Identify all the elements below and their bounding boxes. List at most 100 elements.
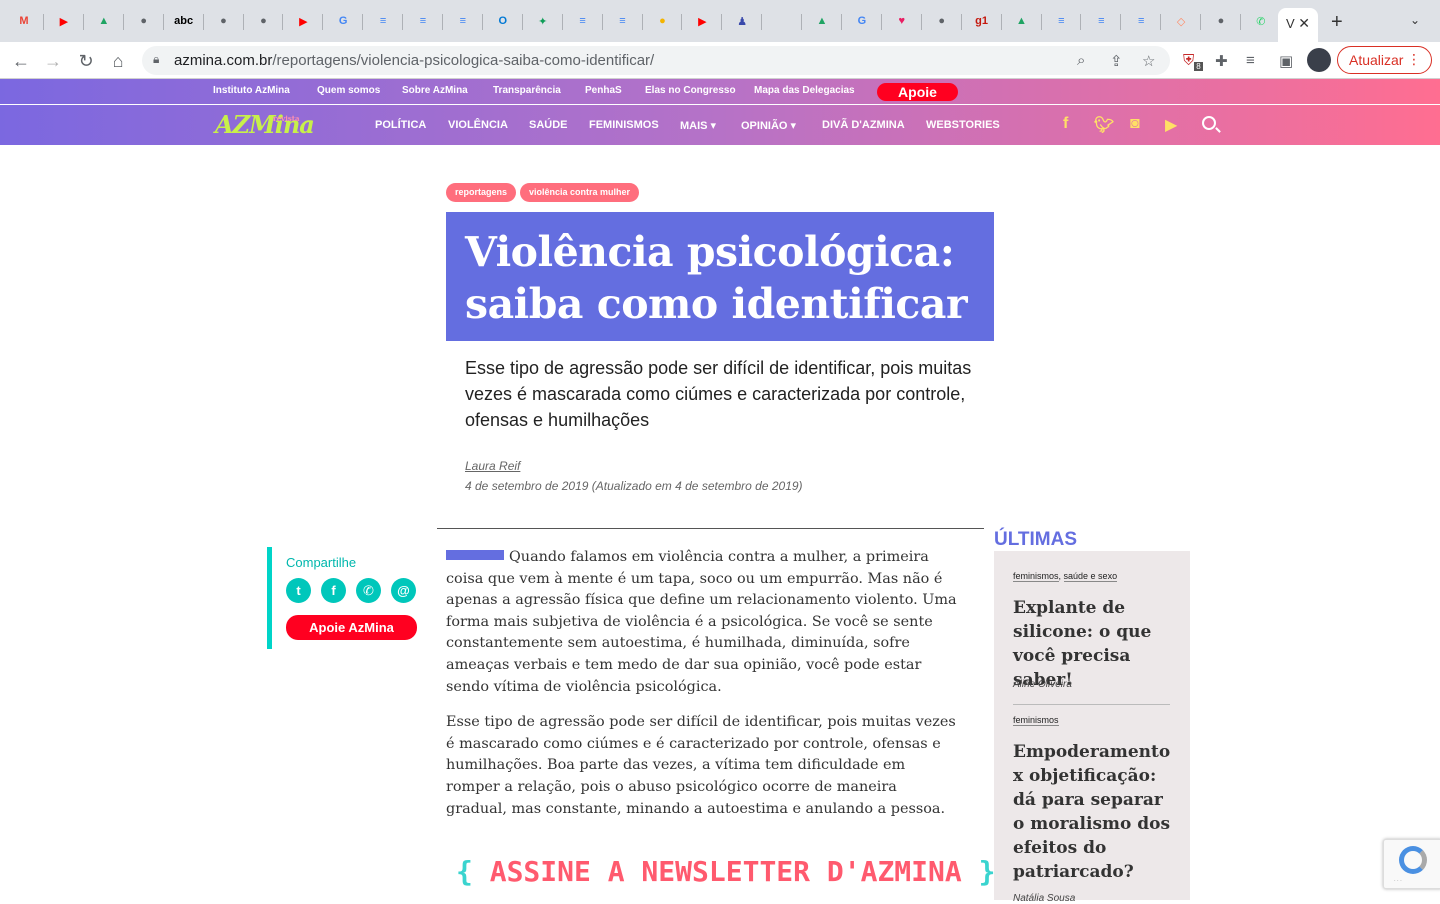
instagram-icon[interactable]: ◙ — [1130, 115, 1140, 133]
apoie-top-button[interactable]: Apoie — [877, 83, 958, 101]
globe-icon[interactable]: ● — [213, 10, 235, 32]
main-nav: AZMina revista POLÍTICA VIOLÊNCIA SAÚDE F… — [0, 105, 1440, 145]
heart-icon[interactable]: ♥ — [891, 10, 913, 32]
tab-separator — [1040, 14, 1042, 30]
youtube-icon[interactable]: ▶ — [691, 10, 713, 32]
google-docs-icon[interactable]: ≡ — [1130, 10, 1152, 32]
kebab-menu-icon[interactable]: ⋮ — [1407, 51, 1421, 68]
tab-search-chevron-icon[interactable]: ⌄ — [1410, 13, 1420, 27]
ultimas-item-1-title[interactable]: Explante de silicone: o que você precisa… — [1013, 596, 1173, 692]
zoom-icon[interactable]: ⌕ — [1077, 52, 1085, 69]
toplink-quem-somos[interactable]: Quem somos — [317, 85, 380, 96]
azmina-logo[interactable]: AZMina revista — [215, 110, 315, 139]
toplink-congresso[interactable]: Elas no Congresso — [645, 85, 736, 96]
google-docs-icon[interactable]: ≡ — [1050, 10, 1072, 32]
youtube-icon[interactable]: ▶ — [53, 10, 75, 32]
ultimas-tag[interactable]: feminismos — [1013, 715, 1059, 726]
google-drive-icon[interactable]: ▲ — [811, 10, 833, 32]
browser-tab-strip: M ▶ ▲ ● abc ● ● ▶ G ≡ ≡ ≡ O ✦ ≡ ≡ ● ▶ ♟ ▲ G ♥ ● g1 ▲ ≡ ≡ ≡ ◇ ● ✆ — [0, 0, 1440, 42]
reload-icon[interactable]: ↻ — [74, 49, 98, 73]
nav-politica[interactable]: POLÍTICA — [375, 119, 426, 131]
profile-avatar[interactable] — [1307, 48, 1331, 72]
tab-separator — [481, 14, 483, 30]
google-docs-icon[interactable]: ≡ — [372, 10, 394, 32]
share-twitter-icon[interactable]: t — [286, 578, 311, 603]
google-docs-icon[interactable]: ≡ — [452, 10, 474, 32]
article-author[interactable]: Laura Reif — [465, 459, 520, 473]
gmail-icon[interactable]: M — [13, 10, 35, 32]
google-docs-icon[interactable]: ≡ — [612, 10, 634, 32]
g1-icon[interactable]: g1 — [971, 10, 993, 32]
ublock-extension-icon[interactable]: ⛨ 8 — [1183, 52, 1203, 71]
google-docs-icon[interactable]: ≡ — [1090, 10, 1112, 32]
article-date: 4 de setembro de 2019 (Atualizado em 4 d… — [465, 479, 803, 493]
facebook-icon[interactable]: f — [1063, 115, 1068, 133]
tab-separator — [202, 14, 204, 30]
tab-separator — [721, 14, 723, 30]
nav-violencia[interactable]: VIOLÊNCIA — [448, 119, 508, 131]
abc-icon[interactable]: abc — [173, 10, 195, 32]
side-panel-icon[interactable]: ▣ — [1279, 52, 1293, 70]
tag-violencia[interactable]: violência contra mulher — [520, 183, 640, 202]
globe-icon[interactable]: ● — [1210, 10, 1232, 32]
toplink-delegacias[interactable]: Mapa das Delegacias — [754, 85, 855, 96]
nav-mais[interactable]: MAIS ▾ — [680, 119, 716, 132]
share-whatsapp-icon[interactable]: ✆ — [356, 578, 381, 603]
sparkle-icon[interactable]: ✦ — [532, 10, 554, 32]
bookmark-star-icon[interactable]: ☆ — [1142, 52, 1155, 70]
figure-icon[interactable]: ♟ — [731, 10, 753, 32]
globe-icon[interactable]: ● — [133, 10, 155, 32]
search-icon[interactable] — [1202, 116, 1216, 130]
youtube-icon[interactable]: ▶ — [292, 10, 314, 32]
bag-icon[interactable]: ◇ — [1170, 10, 1192, 32]
apoie-azmina-button[interactable]: Apoie AzMina — [286, 615, 417, 640]
google-icon[interactable]: G — [851, 10, 873, 32]
address-bar[interactable]: 🔒︎ azmina.com.br/reportagens/violencia-p… — [142, 46, 1170, 75]
tag-reportagens[interactable]: reportagens — [446, 183, 517, 202]
top-nav: Instituto AzMina Quem somos Sobre AzMina… — [0, 79, 1440, 104]
blank-icon[interactable] — [771, 10, 793, 32]
share-page-icon[interactable]: ⇪ — [1110, 52, 1123, 70]
newsletter-banner[interactable]: { ASSINE A NEWSLETTER D'AZMINA } — [456, 855, 995, 888]
recaptcha-badge[interactable]: · · · — [1383, 839, 1440, 889]
home-icon[interactable]: ⌂ — [106, 49, 130, 73]
globe-icon[interactable]: ● — [931, 10, 953, 32]
toplink-instituto[interactable]: Instituto AzMina — [213, 85, 290, 96]
share-email-icon[interactable]: @ — [391, 578, 416, 603]
ultimas-tag[interactable]: feminismos — [1013, 571, 1059, 582]
nav-saude[interactable]: SAÚDE — [529, 119, 568, 131]
update-button[interactable]: Atualizar ⋮ — [1337, 46, 1432, 74]
toplink-sobre[interactable]: Sobre AzMina — [402, 85, 468, 96]
toplink-penhas[interactable]: PenhaS — [585, 85, 622, 96]
google-docs-icon[interactable]: ≡ — [572, 10, 594, 32]
tab-separator — [1240, 14, 1241, 30]
extensions-puzzle-icon[interactable]: ✚ — [1215, 52, 1228, 70]
nav-feminismos[interactable]: FEMINISMOS — [589, 119, 659, 131]
whatsapp-icon[interactable]: ✆ — [1250, 10, 1272, 32]
nav-webstories[interactable]: WEBSTORIES — [926, 119, 1000, 131]
new-tab-icon[interactable]: + — [1331, 11, 1343, 34]
tab-separator — [362, 14, 364, 30]
toplink-transparencia[interactable]: Transparência — [493, 85, 561, 96]
globe-icon[interactable]: ● — [252, 10, 274, 32]
back-arrow-icon[interactable]: ← — [9, 49, 33, 73]
close-tab-icon[interactable]: ✕ — [1298, 15, 1310, 32]
nav-diva[interactable]: DIVÃ D'AZMINA — [822, 119, 905, 131]
google-icon[interactable]: G — [332, 10, 354, 32]
active-tab[interactable]: V ✕ — [1278, 8, 1318, 42]
google-drive-icon[interactable]: ▲ — [1011, 10, 1033, 32]
youtube-icon[interactable]: ▶ — [1165, 115, 1177, 135]
nav-opiniao[interactable]: OPINIÃO ▾ — [741, 119, 796, 132]
media-queue-icon[interactable]: ≡ — [1246, 52, 1255, 69]
google-drive-icon[interactable]: ▲ — [93, 10, 115, 32]
ultimas-tag[interactable]: saúde e sexo — [1063, 571, 1118, 582]
article-title: Violência psicológica: saiba como identi… — [465, 226, 994, 330]
tab-separator — [442, 14, 443, 30]
medal-icon[interactable]: ● — [651, 10, 673, 32]
google-docs-icon[interactable]: ≡ — [412, 10, 434, 32]
outlook-icon[interactable]: O — [492, 10, 514, 32]
twitter-icon[interactable]: 🐦︎ — [1094, 115, 1114, 135]
forward-arrow-icon[interactable]: → — [41, 49, 65, 73]
share-facebook-icon[interactable]: f — [321, 578, 346, 603]
ultimas-item-2-title[interactable]: Empoderamento x objetificação: dá para s… — [1013, 740, 1173, 884]
